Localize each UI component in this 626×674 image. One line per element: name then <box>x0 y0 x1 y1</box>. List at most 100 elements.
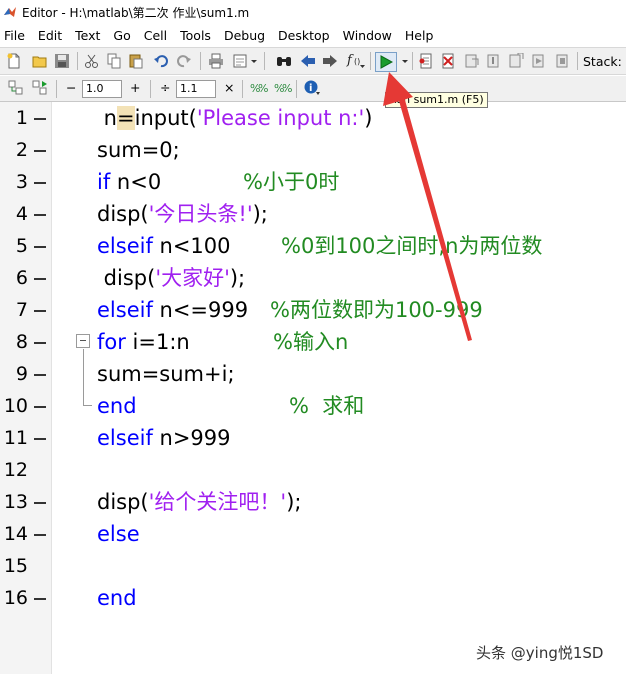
svg-text:i: i <box>309 83 312 94</box>
code-keyword: end <box>97 394 137 418</box>
comment-cell-icon[interactable]: %% <box>274 80 292 96</box>
cell-value2-input[interactable]: 1.1 <box>176 80 216 98</box>
insert-cell-divider-icon[interactable]: %% <box>250 80 268 96</box>
code-line: 5 elseif n<100 %0到100之间时,n为两位数 <box>0 230 626 262</box>
breakpoint-marker[interactable] <box>34 342 46 344</box>
copy-icon[interactable] <box>106 53 122 69</box>
breakpoint-marker[interactable] <box>34 534 46 536</box>
paste-icon[interactable] <box>128 53 144 69</box>
set-breakpoint-icon[interactable] <box>418 53 434 69</box>
toolbar-separator <box>56 80 57 98</box>
toolbar-separator <box>412 52 413 70</box>
breakpoint-marker[interactable] <box>34 374 46 376</box>
breakpoint-marker[interactable] <box>34 598 46 600</box>
clear-breakpoints-icon[interactable] <box>440 53 456 69</box>
breakpoint-marker[interactable] <box>34 214 46 216</box>
toolbar-separator <box>242 80 243 98</box>
run-tooltip: Run sum1.m (F5) <box>385 92 488 108</box>
code-comment: %小于0时 <box>243 170 340 194</box>
code-keyword: end <box>97 586 137 610</box>
code-keyword: for <box>97 330 126 354</box>
code-line: 7 elseif n<=999 %两位数即为100-999 <box>0 294 626 326</box>
breakpoint-marker[interactable] <box>34 406 46 408</box>
line-number: 8 <box>15 331 28 353</box>
cut-icon[interactable] <box>84 53 100 69</box>
menu-tools[interactable]: Tools <box>180 28 211 43</box>
function-icon[interactable]: f() <box>346 52 366 68</box>
increment-button[interactable]: + <box>130 80 140 95</box>
menu-cell[interactable]: Cell <box>144 28 167 43</box>
breakpoint-marker[interactable] <box>34 278 46 280</box>
redo-icon[interactable] <box>176 53 192 69</box>
code-text: disp( <box>97 490 149 514</box>
menu-debug[interactable]: Debug <box>224 28 265 43</box>
code-text: n<0 <box>110 170 162 194</box>
toolbar-separator <box>264 52 265 70</box>
breakpoint-marker[interactable] <box>34 182 46 184</box>
breakpoint-marker[interactable] <box>34 502 46 504</box>
menu-desktop[interactable]: Desktop <box>278 28 330 43</box>
decrement-button[interactable]: − <box>66 80 76 95</box>
print-preview-icon[interactable] <box>232 53 248 69</box>
breakpoint-marker[interactable] <box>34 246 46 248</box>
help-icon[interactable]: i <box>304 80 320 96</box>
line-number: 2 <box>15 139 28 161</box>
forward-arrow-icon[interactable] <box>322 53 338 69</box>
code-line: 10 end % 求和 <box>0 390 626 422</box>
save-icon[interactable] <box>54 53 70 69</box>
back-arrow-icon[interactable] <box>300 53 316 69</box>
menu-help[interactable]: Help <box>405 28 434 43</box>
code-text: disp( <box>97 266 156 290</box>
multiply-button[interactable]: × <box>224 80 234 95</box>
new-file-icon[interactable] <box>6 53 22 69</box>
menu-edit[interactable]: Edit <box>38 28 62 43</box>
open-folder-icon[interactable] <box>32 53 48 69</box>
undo-icon[interactable] <box>153 53 169 69</box>
menu-text[interactable]: Text <box>75 28 100 43</box>
title-bar: Editor - H:\matlab\第二次 作业\sum1.m <box>0 0 626 24</box>
code-line: 6 disp('大家好'); <box>0 262 626 294</box>
code-line: 16 end <box>0 582 626 614</box>
menu-go[interactable]: Go <box>113 28 130 43</box>
cell-mode-icon[interactable] <box>8 80 24 96</box>
step-icon[interactable] <box>464 53 480 69</box>
breakpoint-marker[interactable] <box>34 438 46 440</box>
code-text: disp( <box>97 202 149 226</box>
code-text: n<=999 <box>152 298 249 322</box>
find-icon[interactable] <box>276 53 292 69</box>
line-number: 10 <box>3 395 28 417</box>
cell-toolbar: − 1.0 + ÷ 1.1 × %% %% i <box>0 76 626 102</box>
svg-text:%: % <box>282 82 292 95</box>
code-text: n>999 <box>152 426 231 450</box>
print-icon[interactable] <box>208 53 224 69</box>
breakpoint-marker[interactable] <box>34 150 46 152</box>
eval-cell-icon[interactable] <box>32 80 48 96</box>
continue-icon[interactable] <box>531 53 547 69</box>
main-toolbar: f() Stack: <box>0 47 626 75</box>
run-button[interactable] <box>375 52 397 72</box>
line-number: 6 <box>15 267 28 289</box>
toolbar-separator <box>296 80 297 98</box>
cell-value-input[interactable]: 1.0 <box>82 80 122 98</box>
matlab-logo-icon <box>4 7 16 17</box>
breakpoint-marker[interactable] <box>34 310 46 312</box>
svg-text:f: f <box>346 53 354 68</box>
run-dropdown-icon[interactable] <box>401 53 409 69</box>
dropdown-arrow-icon[interactable] <box>250 53 258 69</box>
menu-file[interactable]: File <box>4 28 25 43</box>
fold-toggle-icon[interactable] <box>76 334 90 348</box>
breakpoint-marker[interactable] <box>34 118 46 120</box>
exit-debug-icon[interactable] <box>555 53 571 69</box>
code-line: 11 elseif n>999 <box>0 422 626 454</box>
step-out-icon[interactable] <box>508 53 524 69</box>
step-in-icon[interactable] <box>486 53 502 69</box>
stack-label: Stack: <box>583 54 622 69</box>
line-number: 11 <box>3 427 28 449</box>
code-line: 8 for i=1:n %输入n <box>0 326 626 358</box>
line-number: 15 <box>3 555 28 577</box>
divide-button[interactable]: ÷ <box>160 80 170 95</box>
watermark-text: 头条 @ying悦1SD <box>476 644 604 662</box>
menu-window[interactable]: Window <box>343 28 392 43</box>
code-editor[interactable]: 1 n=input('Please input n:') 2 sum=0; 3 … <box>0 102 626 674</box>
code-string: '大家好' <box>155 266 230 290</box>
